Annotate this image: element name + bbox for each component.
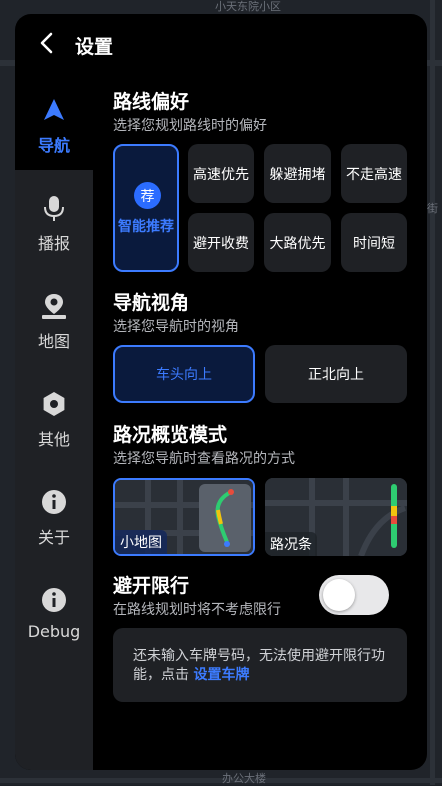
- sidebar-item-label: 导航: [37, 136, 70, 155]
- map-road: [0, 778, 442, 783]
- traffic-mode-option-label: 小地图: [115, 530, 167, 554]
- route-option-recommended[interactable]: 荐 智能推荐: [113, 144, 179, 272]
- traffic-mode-option-traffic-bar[interactable]: 路况条: [265, 478, 407, 556]
- avoid-limit-toggle[interactable]: [319, 575, 389, 615]
- settings-content: 路线偏好 选择您规划路线时的偏好 荐 智能推荐 高速优先 躲避拥堵 不走高速 避…: [113, 14, 413, 770]
- recommend-badge-icon: 荐: [134, 182, 161, 209]
- map-label: 办公大楼: [222, 772, 266, 785]
- chevron-left-icon[interactable]: [37, 31, 59, 55]
- map-pin-icon: [42, 294, 66, 319]
- navigation-arrow-icon: [44, 99, 64, 120]
- note-text: 还未输入车牌号码，无法使用避开限行功能，点击: [133, 648, 385, 683]
- route-option[interactable]: 高速优先: [188, 144, 254, 203]
- sidebar-item-label: 其他: [37, 430, 70, 449]
- route-option-label: 智能推荐: [118, 219, 174, 235]
- traffic-mode-option-minimap[interactable]: 小地图: [113, 478, 255, 556]
- nav-view-option-heading-up[interactable]: 车头向上: [113, 345, 255, 403]
- settings-panel: 设置 导航 播报 地图 其他 关于 Debug 路线偏好 选择您规划路线时的偏好…: [15, 14, 427, 770]
- sidebar: 导航 播报 地图 其他 关于 Debug: [15, 84, 93, 770]
- map-label: 小天东院小区: [215, 0, 281, 13]
- sidebar-item-label: 播报: [37, 234, 70, 253]
- sidebar-item-other[interactable]: 其他: [15, 382, 93, 480]
- sidebar-item-label: 地图: [37, 332, 70, 351]
- traffic-mode-option-label: 路况条: [265, 532, 317, 556]
- sidebar-item-debug[interactable]: Debug: [15, 578, 93, 676]
- map-road: [430, 0, 435, 785]
- route-option[interactable]: 不走高速: [341, 144, 407, 203]
- page-title: 设置: [75, 36, 114, 58]
- microphone-icon: [44, 196, 64, 221]
- traffic-mode-subtitle: 选择您导航时查看路况的方式: [113, 451, 295, 467]
- route-pref-subtitle: 选择您规划路线时的偏好: [113, 118, 267, 134]
- license-plate-note: 还未输入车牌号码，无法使用避开限行功能，点击 设置车牌: [113, 628, 407, 702]
- route-option[interactable]: 避开收费: [188, 213, 254, 272]
- nav-view-option-north-up[interactable]: 正北向上: [265, 345, 407, 403]
- hexagon-settings-icon: [43, 392, 65, 416]
- sidebar-item-map[interactable]: 地图: [15, 284, 93, 382]
- route-option[interactable]: 时间短: [341, 213, 407, 272]
- sidebar-item-navigation[interactable]: 导航: [15, 88, 93, 186]
- traffic-mode-title: 路况概览模式: [113, 424, 228, 446]
- set-license-plate-link[interactable]: 设置车牌: [193, 667, 249, 683]
- toggle-knob: [323, 579, 355, 611]
- sidebar-item-about[interactable]: 关于: [15, 480, 93, 578]
- avoid-limit-title: 避开限行: [113, 575, 190, 597]
- nav-view-title: 导航视角: [113, 292, 190, 314]
- info-icon: [42, 588, 66, 612]
- sidebar-item-label: Debug: [27, 622, 81, 641]
- avoid-limit-subtitle: 在路线规划时将不考虑限行: [113, 602, 281, 618]
- route-option[interactable]: 躲避拥堵: [264, 144, 331, 203]
- sidebar-item-label: 关于: [37, 528, 70, 547]
- route-pref-title: 路线偏好: [113, 91, 190, 113]
- route-option[interactable]: 大路优先: [264, 213, 331, 272]
- info-icon: [42, 490, 66, 514]
- sidebar-item-broadcast[interactable]: 播报: [15, 186, 93, 284]
- nav-view-subtitle: 选择您导航时的视角: [113, 319, 239, 335]
